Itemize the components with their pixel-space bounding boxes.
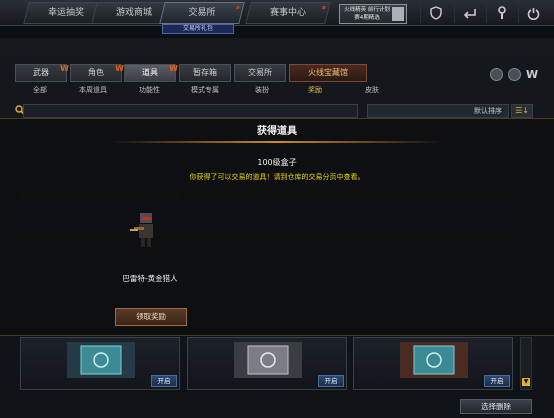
tab-exchange-label: 交易所 (188, 8, 216, 18)
tab-storage-label: 暂存箱 (193, 68, 217, 77)
brand-logo-icon: W (526, 68, 539, 81)
open-button[interactable]: 开启 (484, 375, 510, 387)
shield-icon[interactable] (420, 3, 450, 23)
flame-icon: W (115, 64, 124, 73)
phone-icon (392, 7, 404, 21)
filter-mode-exclusive[interactable]: 模式专属 (191, 85, 219, 95)
tab-characters[interactable]: 角色 W (70, 64, 124, 82)
promo-badge[interactable]: 火线精英 前行计划 赛4期精选 (339, 4, 407, 24)
filter-skin[interactable]: 皮肤 (365, 85, 379, 95)
return-icon[interactable] (454, 3, 484, 23)
tab-exchange-inventory[interactable]: 交易所 (234, 64, 286, 82)
category-tabs: 武器 W 角色 W 道具 W 暂存箱 交易所 火线宝藏馆 (15, 64, 367, 82)
tab-treasure-hall[interactable]: 火线宝藏馆 (289, 64, 367, 82)
item-name: 100级盒子 (257, 158, 297, 167)
settings-icon[interactable] (490, 68, 503, 81)
tab-treasure-hall-label: 火线宝藏馆 (308, 68, 348, 77)
item-card[interactable]: 开启 (20, 337, 180, 390)
tab-exchange-inventory-label: 交易所 (248, 68, 272, 77)
item-card[interactable]: 开启 (187, 337, 347, 390)
search-row: 默认排序 ☰↓ (15, 104, 535, 118)
tab-event-center-label: 赛事中心 (269, 8, 306, 18)
refresh-icon[interactable] (508, 68, 521, 81)
tab-event-center[interactable]: 赛事中心 (245, 2, 331, 24)
safe-box-icon (400, 342, 468, 378)
open-button[interactable]: 开启 (151, 375, 177, 387)
safe-box-icon (234, 342, 302, 378)
filter-reward[interactable]: 奖励 (308, 85, 322, 95)
safe-box-icon (67, 342, 135, 378)
character-avatar (128, 211, 164, 253)
tab-storage[interactable]: 暂存箱 (179, 64, 231, 82)
claim-reward-button[interactable]: 领取奖励 (115, 308, 187, 326)
tab-items-label: 道具 (142, 68, 158, 77)
reward-modal: 获得道具 100级盒子 你获得了可以交易的道具！请到仓库的交易分页中查看。 巴雷… (0, 118, 554, 336)
item-message: 你获得了可以交易的道具！请到仓库的交易分页中查看。 (189, 173, 365, 181)
wrench-icon[interactable] (486, 3, 516, 23)
sort-order-button[interactable]: ☰↓ (511, 104, 533, 118)
tab-characters-label: 角色 (88, 68, 104, 77)
tab-weapons-label: 武器 (33, 68, 49, 77)
promo-badge-text: 火线精英 前行计划 赛4期精选 (344, 7, 390, 21)
character-name: 巴雷特-黄金猎人 (122, 274, 178, 283)
modal-title: 获得道具 (257, 126, 297, 137)
open-button[interactable]: 开启 (318, 375, 344, 387)
item-card[interactable]: 开启 (353, 337, 513, 390)
flame-icon: W (60, 64, 69, 73)
filter-tabs: 全部 本周道具 功能性 模式专属 装扮 奖励 皮肤 (15, 85, 535, 99)
filter-cosmetic[interactable]: 装扮 (255, 85, 269, 95)
search-input[interactable] (23, 104, 358, 118)
tab-exchange[interactable]: 交易所 (159, 2, 245, 24)
sort-dropdown[interactable]: 默认排序 (367, 104, 509, 118)
tab-weapons[interactable]: 武器 W (15, 64, 69, 82)
flame-icon: W (169, 64, 178, 73)
tab-items[interactable]: 道具 W (124, 64, 178, 82)
title-divider (110, 141, 444, 143)
top-navigation-bar: 幸运抽奖 游戏商城 交易所 赛事中心 火线精英 前行计划 赛4期精选 (0, 0, 554, 26)
filter-functional[interactable]: 功能性 (139, 85, 160, 95)
filter-all[interactable]: 全部 (33, 85, 47, 95)
scroll-down-arrow-icon[interactable]: ▼ (522, 378, 530, 386)
select-delete-button[interactable]: 选择删除 (460, 399, 532, 414)
power-icon[interactable] (518, 3, 548, 23)
subtab-exchange-gift[interactable]: 交易所礼包 (162, 24, 234, 34)
filter-weekly[interactable]: 本周道具 (79, 85, 107, 95)
